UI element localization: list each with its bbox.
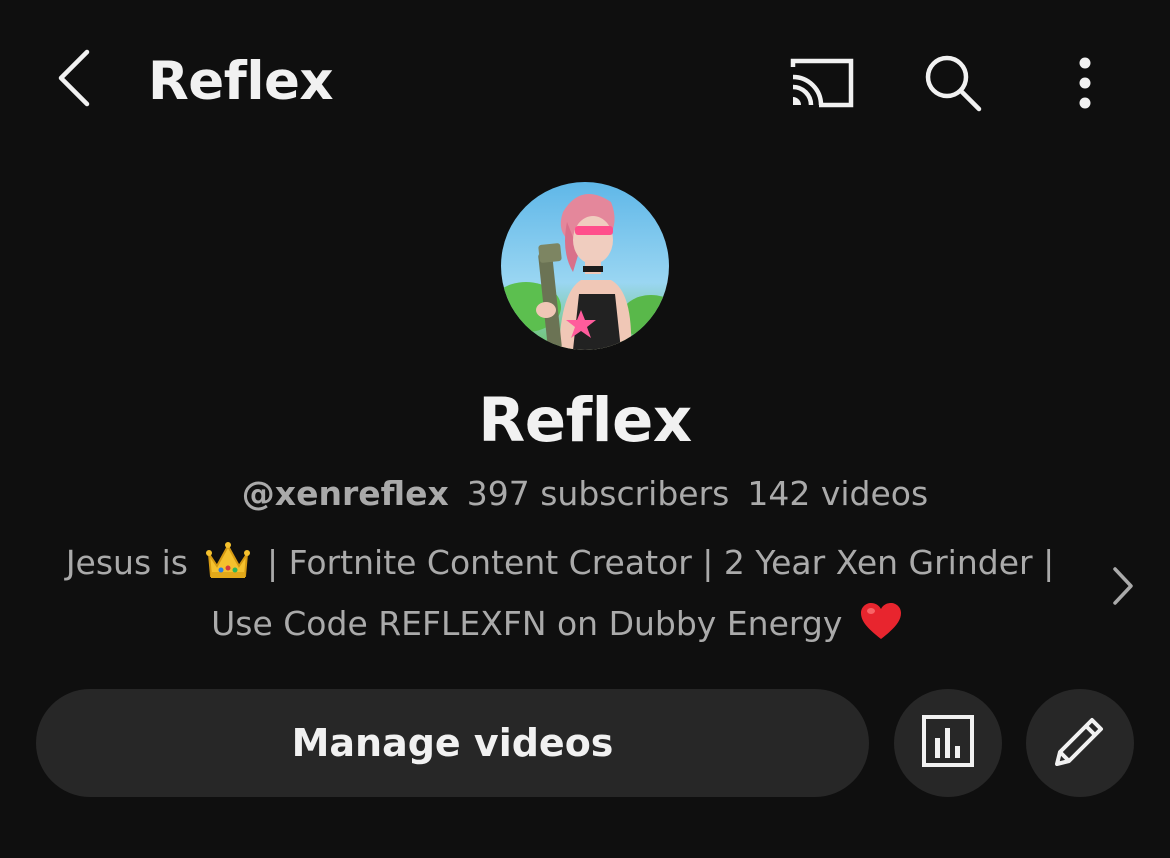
channel-name: Reflex (478, 385, 692, 456)
red-heart-emoji (859, 601, 903, 657)
avatar[interactable] (501, 182, 669, 350)
subscriber-count: 397 subscribers (466, 474, 730, 513)
more-options-button[interactable] (1045, 45, 1125, 125)
channel-screen: Reflex Reflex @xenreflex 397 subscribers… (0, 0, 1170, 858)
search-icon (923, 53, 983, 117)
edit-channel-button[interactable] (1026, 689, 1134, 797)
more-vertical-icon (1078, 57, 1092, 113)
cast-icon (789, 57, 855, 113)
page-title: Reflex (148, 51, 334, 112)
manage-videos-button[interactable]: Manage videos (36, 689, 869, 797)
cast-button[interactable] (782, 45, 862, 125)
analytics-icon (921, 714, 975, 772)
analytics-button[interactable] (894, 689, 1002, 797)
channel-handle: @xenreflex (241, 474, 449, 513)
channel-description[interactable]: Jesus is | Fortnite Content Creator | 2 … (40, 535, 1080, 657)
crown-emoji (205, 540, 251, 596)
chevron-right-icon (1111, 566, 1135, 610)
top-bar: Reflex (0, 0, 1170, 165)
description-line-1: Jesus is | Fortnite Content Creator | 2 … (40, 535, 1080, 596)
description-expand-button[interactable] (1103, 562, 1143, 614)
back-button[interactable] (40, 40, 110, 120)
search-button[interactable] (913, 45, 993, 125)
channel-meta: @xenreflex 397 subscribers 142 videos (0, 472, 1170, 516)
pencil-icon (1051, 712, 1109, 774)
description-line-2: Use Code REFLEXFN on Dubby Energy (40, 596, 1080, 657)
video-count: 142 videos (747, 474, 929, 513)
chevron-left-icon (55, 46, 95, 114)
